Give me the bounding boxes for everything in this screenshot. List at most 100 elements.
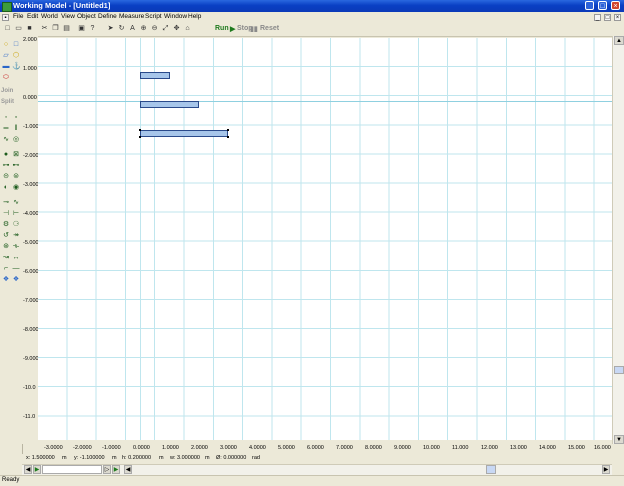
x-coordinate-field[interactable]: x: 1.500000	[26, 455, 55, 461]
menu-view[interactable]: View	[61, 13, 75, 20]
selection-handle[interactable]	[139, 136, 141, 138]
menu-help[interactable]: Help	[188, 13, 201, 20]
slot-joint-icon[interactable]: ⊶	[2, 162, 10, 170]
selection-handle[interactable]	[227, 129, 229, 131]
open-icon[interactable]: ▭	[14, 24, 23, 34]
menu-window[interactable]: Window	[164, 13, 187, 20]
run-button[interactable]: Run	[215, 25, 229, 32]
curve-joint-icon[interactable]: ◐	[2, 184, 10, 192]
cut-icon[interactable]: ✂	[40, 24, 49, 34]
mdi-restore-icon[interactable]: □	[604, 14, 611, 21]
spring-tool-icon[interactable]: ∿	[12, 199, 20, 207]
rectangle-body-selected[interactable]	[140, 130, 228, 137]
save-icon[interactable]: ■	[25, 24, 34, 34]
menu-measure[interactable]: Measure	[119, 13, 144, 20]
scroll-down-icon[interactable]: ▼	[614, 435, 624, 444]
horizontal-slot-icon[interactable]: ═	[2, 125, 10, 133]
zoom-out-icon[interactable]: ⊖	[150, 24, 159, 34]
minimize-button[interactable]: _	[585, 1, 594, 10]
rectangle-tool-icon[interactable]: ▬	[2, 63, 10, 71]
split-button[interactable]: Split	[1, 99, 14, 105]
menu-file[interactable]: File	[13, 13, 23, 20]
rectangle-body[interactable]	[140, 101, 199, 108]
horizontal-scrollbar[interactable]: ◀ ▶ ▷ ▶ ◀ ▶	[22, 464, 612, 475]
selection-handle[interactable]	[227, 136, 229, 138]
square-tool-icon[interactable]: □	[12, 41, 20, 49]
mdi-close-icon[interactable]: ×	[614, 14, 621, 21]
mdi-minimize-icon[interactable]: _	[594, 14, 601, 21]
document-icon[interactable]: ▪	[2, 14, 9, 21]
rod-tool-icon[interactable]: ⊸	[2, 199, 10, 207]
slider-control-icon[interactable]: —	[12, 265, 20, 273]
curved-polygon-tool-icon[interactable]: ⬡	[12, 52, 20, 60]
menu-object[interactable]: Object	[77, 13, 96, 20]
polygon-tool-icon[interactable]: ▱	[2, 52, 10, 60]
scroll-right-icon[interactable]: ▶	[602, 465, 610, 474]
pulley-tool-icon[interactable]: ⚆	[12, 221, 20, 229]
scroll-thumb[interactable]	[614, 366, 624, 374]
menu-world[interactable]: World	[41, 13, 58, 20]
curved-slot-joint-icon[interactable]: ⊝	[2, 173, 10, 181]
angle-field[interactable]: Ø: 0.000000	[216, 455, 246, 461]
menu-script[interactable]: Script	[145, 13, 162, 20]
rotate-tool-icon[interactable]: ↻	[117, 24, 126, 34]
maximize-button[interactable]: □	[598, 1, 607, 10]
slot-tool-icon[interactable]: ⬭	[2, 74, 10, 82]
join-button[interactable]: Join	[1, 88, 13, 94]
vertical-slot-icon[interactable]: ‖	[12, 125, 20, 133]
damper-tool-icon[interactable]: ⊣	[2, 210, 10, 218]
tape-step-icon[interactable]: ▷	[103, 465, 111, 474]
gear-tool-icon[interactable]: ⚙	[2, 221, 10, 229]
circular-slot-icon[interactable]: ◎	[12, 136, 20, 144]
workspace-canvas[interactable]	[38, 38, 612, 440]
menu-edit[interactable]: Edit	[27, 13, 38, 20]
circle-tool-icon[interactable]: ○	[2, 41, 10, 49]
tape-start-icon[interactable]: ◀	[24, 465, 32, 474]
y-coordinate-field[interactable]: y: -1.100000	[74, 455, 105, 461]
separator-tool-icon[interactable]: ↠	[12, 232, 20, 240]
meter-tool-icon[interactable]: ⌐	[2, 265, 10, 273]
width-field[interactable]: w: 3.000000	[170, 455, 200, 461]
print-icon[interactable]: ▣	[77, 24, 86, 34]
spring-damper-icon[interactable]: ⊢	[12, 210, 20, 218]
circle-joint-icon[interactable]: ◉	[12, 184, 20, 192]
keyed-curved-joint-icon[interactable]: ⊜	[12, 173, 20, 181]
height-field[interactable]: h: 0.200000	[122, 455, 151, 461]
point-tool-icon[interactable]: ◦	[2, 114, 10, 122]
home-icon[interactable]: ⌂	[183, 24, 192, 34]
motor-tool-icon[interactable]: ⊛	[2, 243, 10, 251]
scroll-left-icon[interactable]: ◀	[124, 465, 132, 474]
arrow-tool-icon[interactable]: ➤	[106, 24, 115, 34]
tape-play-icon[interactable]: ▶	[33, 465, 41, 474]
pin-joint-icon[interactable]: ●	[2, 151, 10, 159]
selection-handle[interactable]	[139, 129, 141, 131]
torque-tool-icon[interactable]: ↔	[12, 254, 20, 262]
zoom-fit-icon[interactable]: ⤢	[161, 24, 170, 34]
text-tool-icon[interactable]: A	[128, 24, 137, 34]
close-button[interactable]: ×	[611, 1, 620, 10]
new-icon[interactable]: □	[3, 24, 12, 34]
square-point-tool-icon[interactable]: ▫	[12, 114, 20, 122]
reset-button[interactable]: Reset	[260, 25, 279, 32]
rigid-joint-icon[interactable]: ⊠	[12, 151, 20, 159]
move-icon[interactable]: ✥	[172, 24, 181, 34]
copy-icon[interactable]: ❐	[51, 24, 60, 34]
vertical-scrollbar[interactable]: ▲ ▼	[612, 36, 624, 444]
menu-define[interactable]: Define	[98, 13, 117, 20]
help-icon[interactable]: ?	[88, 24, 97, 34]
menu-control-icon[interactable]: ❖	[12, 276, 20, 284]
anchor-tool-icon[interactable]: ⚓	[12, 63, 21, 71]
rope-tool-icon[interactable]: ↺	[2, 232, 10, 240]
zoom-in-icon[interactable]: ⊕	[139, 24, 148, 34]
keyed-slot-joint-icon[interactable]: ⊷	[12, 162, 20, 170]
scroll-up-icon[interactable]: ▲	[614, 36, 624, 45]
rectangle-body[interactable]	[140, 72, 170, 79]
curved-slot-icon[interactable]: ∿	[2, 136, 10, 144]
hscroll-thumb[interactable]	[486, 465, 496, 474]
tape-end-icon[interactable]: ▶	[112, 465, 120, 474]
tape-slider[interactable]	[42, 465, 102, 474]
paste-icon[interactable]: ▤	[62, 24, 71, 34]
actuator-tool-icon[interactable]: ⟛	[12, 243, 20, 251]
button-control-icon[interactable]: ❖	[2, 276, 10, 284]
force-tool-icon[interactable]: ↝	[2, 254, 10, 262]
